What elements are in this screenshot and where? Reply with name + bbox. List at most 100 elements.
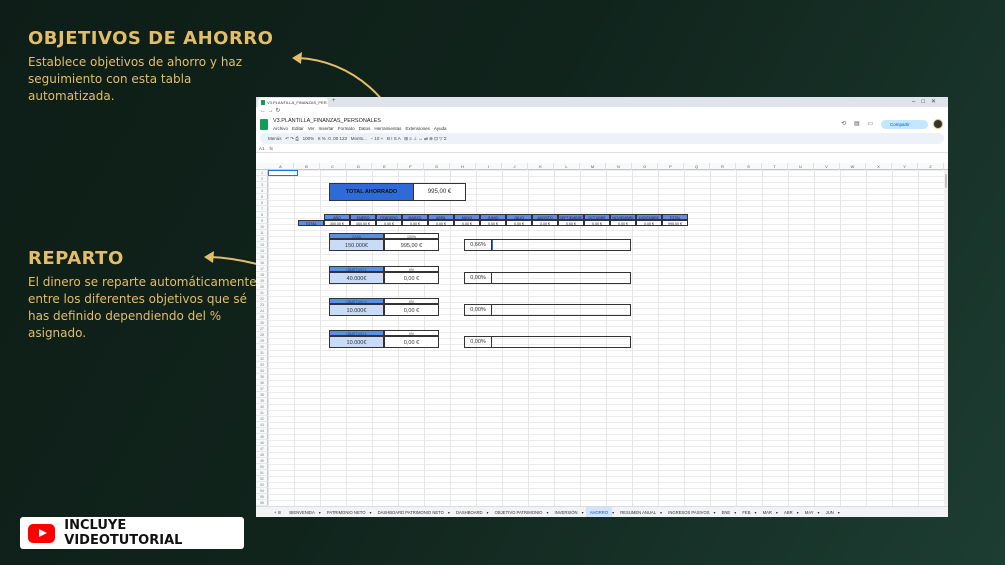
chevron-down-icon[interactable]: ▾ (838, 507, 842, 517)
column-header[interactable]: J (502, 163, 528, 170)
column-header[interactable]: T (762, 163, 788, 170)
month-value: 0,00 € (610, 220, 636, 226)
menu-item-editar[interactable]: Editar (292, 126, 304, 131)
formula-bar[interactable]: A1 fx (256, 144, 948, 153)
column-header[interactable]: Z (918, 163, 944, 170)
doc-title[interactable]: V3.PLANTILLA_FINANZAS_PERSONALES (273, 118, 381, 124)
column-header[interactable]: V (814, 163, 840, 170)
font-select[interactable]: Monts... (351, 136, 367, 141)
goal-saved: 0,00 € (384, 336, 439, 348)
sheet-tab-feb[interactable]: FEB (738, 507, 754, 517)
spreadsheet-grid[interactable]: ABCDEFGHIJKLMNOPQRSTUVWXYZ 1 2 3 4 5 6 7 8 9 10 11… (256, 163, 948, 506)
sheet-tab-mar[interactable]: MAR (759, 507, 776, 517)
zoom-select[interactable]: 100% (303, 136, 315, 141)
goal-progress-bar (492, 240, 630, 250)
column-header[interactable]: O (632, 163, 658, 170)
column-header[interactable]: N (606, 163, 632, 170)
month-value: 995,00 € (662, 220, 688, 226)
menu-item-extensiones[interactable]: Extensiones (405, 126, 430, 131)
cell-reference: A1 (259, 146, 265, 151)
window-controls[interactable]: –□✕ (912, 98, 942, 105)
goal-target[interactable]: 10.000€ (329, 336, 384, 348)
sheet-tab-inversión[interactable]: INVERSIÓN (551, 507, 582, 517)
column-header[interactable]: G (424, 163, 450, 170)
browser-tab[interactable]: V3.PLANTILLA_FINANZAS_PER... (258, 98, 328, 107)
sheet-tab-ingresos-pasivos[interactable]: INGRESOS PASIVOS (664, 507, 713, 517)
avatar[interactable] (933, 119, 943, 129)
column-header[interactable]: E (372, 163, 398, 170)
month-value: 0,00 € (558, 220, 584, 226)
month-value: 0,00 € (402, 220, 428, 226)
browser-window: V3.PLANTILLA_FINANZAS_PER... + –□✕ ← → ↻… (256, 97, 948, 517)
share-button[interactable]: Compartir (881, 120, 928, 129)
sheet-tabs: + ☰ BIENVENIDA ▾ PATRIMONIO NETO ▾ DASHBOARD … (256, 506, 948, 517)
month-value: 0,00 € (532, 220, 558, 226)
videotutorial-badge[interactable]: INCLUYE VIDEOTUTORIAL (20, 517, 244, 549)
menu-item-datos[interactable]: Datos (359, 126, 371, 131)
goal-progress: 0,00% (464, 272, 631, 284)
column-header[interactable]: H (450, 163, 476, 170)
goal-target[interactable]: 150.000€ (329, 239, 384, 251)
column-header[interactable]: A (268, 163, 294, 170)
sheet-tab-dashboard[interactable]: DASHBOARD (452, 507, 487, 517)
column-header[interactable]: S (736, 163, 762, 170)
cells-area[interactable]: TOTAL AHORRADO 995,00 € AÑO ENERO FEBRERO M… (268, 170, 944, 506)
column-header[interactable]: R (710, 163, 736, 170)
sheet-tab-patrimonio-neto[interactable]: PATRIMONIO NETO (323, 507, 370, 517)
sheet-tab-ahorro[interactable]: AHORRO (585, 507, 613, 517)
arrow-head-goals (204, 251, 214, 263)
sheet-tab-dashboard-patrimonio-neto[interactable]: DASHBOARD PATRIMONIO NETO (374, 507, 448, 517)
arrow-head-total (292, 52, 302, 64)
goal-progress-percent: 0,00% (465, 273, 492, 283)
address-bar[interactable]: ← → ↻ (256, 107, 948, 116)
column-header[interactable]: M (580, 163, 606, 170)
sheets-logo-icon[interactable] (260, 119, 268, 130)
column-header[interactable]: D (346, 163, 372, 170)
add-sheet-icon[interactable]: + ☰ (270, 507, 285, 517)
sheet-tab-resumen-anual[interactable]: RESUMEN ANUAL (616, 507, 660, 517)
toolbar: Menús ↶ ↷ ⎙ 100% € % .0 .00 123 Monts...… (260, 133, 944, 144)
goal-saved: 995,00 € (384, 239, 439, 251)
column-header[interactable]: F (398, 163, 424, 170)
vertical-scrollbar[interactable] (944, 170, 948, 506)
total-saved-box: TOTAL AHORRADO 995,00 € (329, 183, 466, 201)
sheet-tab-ene[interactable]: ENE (718, 507, 735, 517)
sheet-tab-may[interactable]: MAY (801, 507, 818, 517)
column-header[interactable]: Q (684, 163, 710, 170)
search-menus[interactable]: Menús (268, 136, 282, 141)
column-header[interactable]: K (528, 163, 554, 170)
column-header[interactable]: U (788, 163, 814, 170)
videotutorial-label: INCLUYE VIDEOTUTORIAL (64, 518, 183, 548)
month-value: 0,00 € (376, 220, 402, 226)
column-header[interactable]: X (866, 163, 892, 170)
sheets-header: V3.PLANTILLA_FINANZAS_PERSONALES Archivo… (256, 116, 948, 133)
selected-cell[interactable] (268, 170, 298, 176)
sheet-tab-objetivo-patrimonio[interactable]: OBJETIVO PATRIMONIO (491, 507, 547, 517)
menu-item-archivo[interactable]: Archivo (273, 126, 288, 131)
menu-item-ayuda[interactable]: Ayuda (434, 126, 447, 131)
column-header[interactable]: P (658, 163, 684, 170)
goal-target[interactable]: 10.000€ (329, 304, 384, 316)
menu-item-formato[interactable]: Formato (338, 126, 355, 131)
goal-target[interactable]: 40.000€ (329, 272, 384, 284)
menu-item-ver[interactable]: Ver (308, 126, 315, 131)
new-tab-icon[interactable]: + (332, 98, 336, 104)
column-header[interactable]: B (294, 163, 320, 170)
menu-item-insertar[interactable]: Insertar (319, 126, 334, 131)
column-header[interactable]: I (476, 163, 502, 170)
month-value: 0,00 € (480, 220, 506, 226)
column-header[interactable]: W (840, 163, 866, 170)
header-icons[interactable]: ⟲ ▤ ▭ (841, 120, 876, 127)
column-header[interactable]: L (554, 163, 580, 170)
sheet-tab-abr[interactable]: ABR (780, 507, 797, 517)
row-headers: 1 2 3 4 5 6 7 8 9 10 11 12 13 14 15 16 17 18 19 20 21 22 23 24 2… (256, 170, 268, 506)
font-size[interactable]: 10 (374, 136, 379, 141)
column-header[interactable]: Y (892, 163, 918, 170)
column-header[interactable]: C (320, 163, 346, 170)
goal-progress: 0,00% (464, 336, 631, 348)
goal-block: OBJETIVO 3 0% 10.000€ 0,00 € (329, 298, 439, 316)
goal-progress-percent: 0,00% (465, 337, 492, 347)
menu-item-herramientas[interactable]: Herramientas (374, 126, 401, 131)
sheet-tab-bienvenida[interactable]: BIENVENIDA (285, 507, 318, 517)
sheet-tab-jun[interactable]: JUN (822, 507, 838, 517)
